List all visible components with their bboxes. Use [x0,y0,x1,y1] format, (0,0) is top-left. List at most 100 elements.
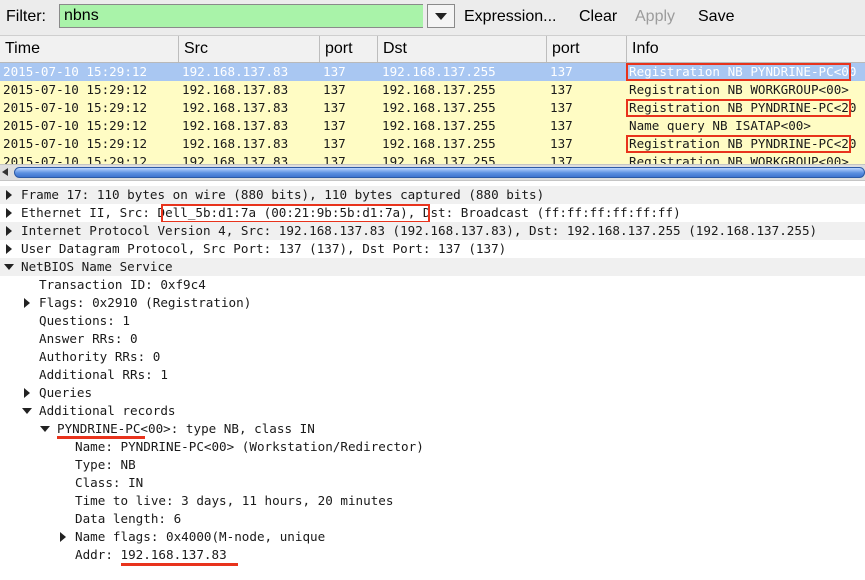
cell-src: 192.168.137.83 [182,82,289,97]
cell-dst-port: 137 [550,136,573,151]
filter-history-dropdown[interactable] [427,4,455,28]
cell-src: 192.168.137.83 [182,64,289,79]
expand-arrow-icon[interactable] [60,532,66,542]
tree-item-label: NetBIOS Name Service [21,259,173,274]
tree-item-answer-rrs[interactable]: Answer RRs: 0 [0,330,865,348]
expand-arrow-icon[interactable] [6,226,12,236]
cell-src: 192.168.137.83 [182,154,289,164]
cell-time: 2015-07-10 15:29:12 [3,100,148,115]
filter-label: Filter: [6,8,46,25]
cell-src: 192.168.137.83 [182,100,289,115]
ethernet-dst: , Dst: Broadcast (ff:ff:ff:ff:ff:ff) [407,205,681,220]
cell-src: 192.168.137.83 [182,118,289,133]
packet-row[interactable]: 2015-07-10 15:29:12 192.168.137.83 137 1… [0,153,865,164]
scrollbar-thumb[interactable] [14,167,865,178]
cell-info: Registration NB PYNDRINE-PC<20 [629,100,857,115]
tree-item-label: Additional records [39,403,176,418]
save-button[interactable]: Save [698,8,734,26]
tree-item-flags[interactable]: Flags: 0x2910 (Registration) [0,294,865,312]
expand-arrow-icon[interactable] [24,298,30,308]
tree-item-label: Type: NB [75,457,136,472]
column-header-src-port[interactable]: port [319,36,377,62]
filter-toolbar: Filter: Expression... Clear Apply Save [0,0,865,36]
cell-dst-port: 137 [550,118,573,133]
expand-arrow-icon[interactable] [6,190,12,200]
tree-item-authority-rrs[interactable]: Authority RRs: 0 [0,348,865,366]
column-header-dst-port[interactable]: port [546,36,626,62]
packet-list-scrollbar[interactable] [0,164,865,181]
clear-button[interactable]: Clear [579,8,617,26]
column-header-info[interactable]: Info [626,36,865,62]
packet-row[interactable]: 2015-07-10 15:29:12 192.168.137.83 137 1… [0,117,865,135]
tree-item-label: Class: IN [75,475,144,490]
collapse-arrow-icon[interactable] [22,408,32,414]
cell-time: 2015-07-10 15:29:12 [3,136,148,151]
apply-button[interactable]: Apply [635,8,675,26]
tree-item-record-type[interactable]: Type: NB [0,456,865,474]
cell-src-port: 137 [323,136,346,151]
packet-row[interactable]: 2015-07-10 15:29:12 192.168.137.83 137 1… [0,81,865,99]
chevron-down-icon [435,13,447,20]
tree-item-label: Name: PYNDRINE-PC<00> (Workstation/Redir… [75,439,424,454]
ethernet-prefix: Ethernet II, Src: [21,205,158,220]
tree-item-label: Name flags: 0x4000(M-node, unique [75,529,326,544]
tree-item-data-length[interactable]: Data length: 6 [0,510,865,528]
scroll-left-arrow-icon[interactable] [2,168,8,176]
cell-dst-port: 137 [550,100,573,115]
tree-item-addr[interactable]: Addr: 192.168.137.83 [0,546,865,564]
tree-item-name-flags[interactable]: Name flags: 0x4000(M-node, unique [0,528,865,546]
cell-dst: 192.168.137.255 [382,64,496,79]
tree-item-ip[interactable]: Internet Protocol Version 4, Src: 192.16… [0,222,865,240]
packet-row[interactable]: 2015-07-10 15:29:12 192.168.137.83 137 1… [0,135,865,153]
highlight-underline [121,563,238,566]
expand-arrow-icon[interactable] [6,208,12,218]
addr-value: 192.168.137.83 [120,547,227,562]
cell-time: 2015-07-10 15:29:12 [3,64,148,79]
tree-item-label: Frame 17: 110 bytes on wire (880 bits), … [21,187,545,202]
tree-item-label: Ethernet II, Src: Dell_5b:d1:7a (00:21:9… [21,204,681,222]
collapse-arrow-icon[interactable] [4,264,14,270]
column-header-time[interactable]: Time [0,36,178,62]
packet-row[interactable]: 2015-07-10 15:29:12 192.168.137.83 137 1… [0,63,865,81]
cell-info: Name query NB ISATAP<00> [629,118,811,133]
tree-item-record-name[interactable]: Name: PYNDRINE-PC<00> (Workstation/Redir… [0,438,865,456]
tree-item-additional-records[interactable]: Additional records [0,402,865,420]
packet-list-header: Time Src port Dst port Info [0,36,865,63]
cell-dst-port: 137 [550,64,573,79]
tree-item-transaction-id[interactable]: Transaction ID: 0xf9c4 [0,276,865,294]
tree-item-label: Additional RRs: 1 [39,367,168,382]
cell-time: 2015-07-10 15:29:12 [3,82,148,97]
expand-arrow-icon[interactable] [24,388,30,398]
tree-item-ttl[interactable]: Time to live: 3 days, 11 hours, 20 minut… [0,492,865,510]
addr-label: Addr: [75,547,121,562]
tree-item-queries[interactable]: Queries [0,384,865,402]
tree-item-label: Flags: 0x2910 (Registration) [39,295,252,310]
tree-item-label: Addr: 192.168.137.83 [75,546,227,564]
tree-item-nbns[interactable]: NetBIOS Name Service [0,258,865,276]
column-header-dst[interactable]: Dst [377,36,546,62]
cell-time: 2015-07-10 15:29:12 [3,118,148,133]
tree-item-questions[interactable]: Questions: 1 [0,312,865,330]
tree-item-frame[interactable]: Frame 17: 110 bytes on wire (880 bits), … [0,186,865,204]
expression-button[interactable]: Expression... [464,8,556,26]
tree-item-ethernet[interactable]: Ethernet II, Src: Dell_5b:d1:7a (00:21:9… [0,204,865,222]
cell-info: Registration NB PYNDRINE-PC<00 [629,64,857,79]
tree-item-udp[interactable]: User Datagram Protocol, Src Port: 137 (1… [0,240,865,258]
filter-input[interactable] [59,4,423,28]
record-hostname: PYNDRINE-PC [57,421,141,436]
collapse-arrow-icon[interactable] [40,426,50,432]
tree-item-label: Queries [39,385,93,400]
expand-arrow-icon[interactable] [6,244,12,254]
tree-item-label: Data length: 6 [75,511,182,526]
tree-item-record-class[interactable]: Class: IN [0,474,865,492]
tree-item-label: Authority RRs: 0 [39,349,161,364]
packet-row[interactable]: 2015-07-10 15:29:12 192.168.137.83 137 1… [0,99,865,117]
tree-item-additional-rrs[interactable]: Additional RRs: 1 [0,366,865,384]
cell-dst-port: 137 [550,154,573,164]
cell-src-port: 137 [323,82,346,97]
packet-list: Time Src port Dst port Info 2015-07-10 1… [0,36,865,164]
cell-info: Registration NB PYNDRINE-PC<20 [629,136,857,151]
cell-dst: 192.168.137.255 [382,154,496,164]
column-header-src[interactable]: Src [178,36,319,62]
ethernet-src-mac: Dell_5b:d1:7a (00:21:9b:5b:d1:7a) [157,205,408,220]
